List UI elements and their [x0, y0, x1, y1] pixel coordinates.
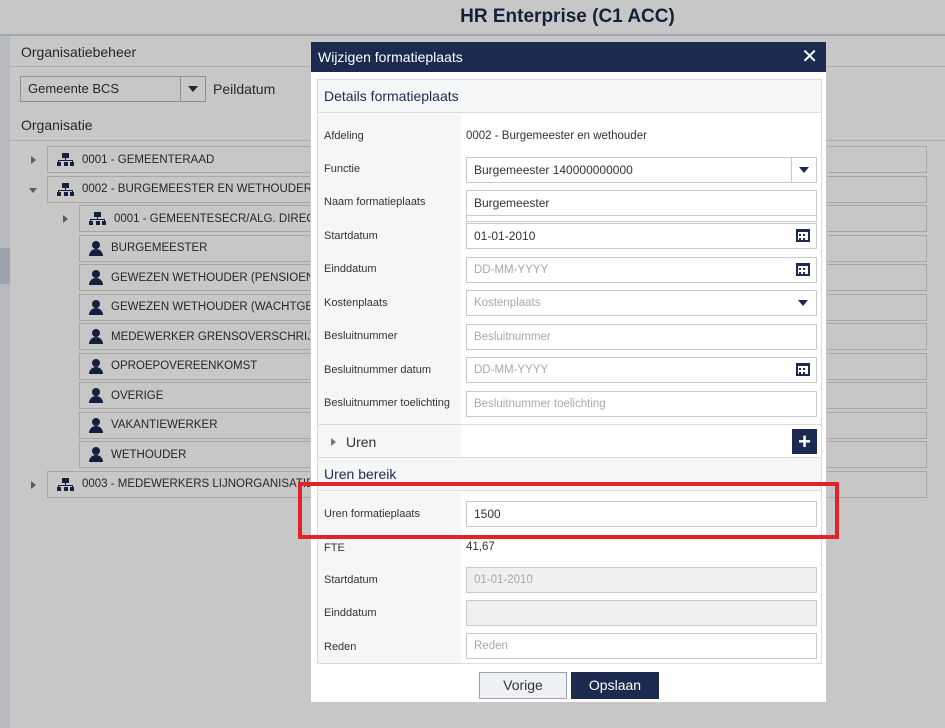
dialog-body: Details formatieplaats Afdeling 0002 - B…	[317, 79, 822, 664]
besluitnummer-toelichting-input[interactable]: Besluitnummer toelichting	[466, 391, 817, 417]
calendar-icon	[796, 229, 810, 242]
chevron-right-icon	[331, 438, 336, 446]
startdatum-label: Startdatum	[324, 230, 378, 242]
besluitnummer-datum-calendar-button[interactable]	[791, 358, 816, 382]
vorige-button[interactable]: Vorige	[479, 672, 567, 699]
uren-einddatum-label: Einddatum	[324, 607, 377, 619]
startdatum-input[interactable]: 01-01-2010	[466, 223, 817, 249]
kostenplaats-placeholder: Kostenplaats	[474, 297, 541, 309]
opslaan-button[interactable]: Opslaan	[571, 672, 659, 699]
functie-select-value: Burgemeester 140000000000	[474, 163, 633, 177]
reden-input[interactable]: Reden	[466, 633, 817, 659]
functie-select[interactable]: Burgemeester 140000000000	[466, 157, 817, 183]
dialog-footer: Vorige Opslaan	[311, 670, 828, 704]
functie-label: Functie	[324, 163, 361, 175]
afdeling-label: Afdeling	[324, 130, 364, 142]
naam-formatieplaats-input[interactable]: Burgemeester	[466, 190, 817, 216]
details-section-title: Details formatieplaats	[318, 80, 821, 113]
uren-startdatum-input: 01-01-2010	[466, 567, 817, 593]
uren-einddatum-input	[466, 600, 817, 626]
functie-dropdown-toggle[interactable]	[791, 158, 816, 182]
einddatum-input[interactable]: DD-MM-YYYY	[466, 257, 817, 283]
besluitnummer-toelichting-label: Besluitnummer toelichting	[324, 397, 450, 409]
startdatum-calendar-button[interactable]	[791, 224, 816, 248]
startdatum-value: 01-01-2010	[474, 229, 536, 243]
uren-collapsible[interactable]: Uren +	[318, 424, 821, 458]
einddatum-placeholder: DD-MM-YYYY	[474, 264, 549, 276]
besluitnummer-input[interactable]: Besluitnummer	[466, 324, 817, 350]
edit-formatieplaats-dialog: Wijzigen formatieplaats ✕ Details format…	[310, 41, 827, 703]
besluitnummer-datum-placeholder: DD-MM-YYYY	[474, 364, 549, 376]
besluitnummer-datum-label: Besluitnummer datum	[324, 364, 431, 376]
besluitnummer-datum-input[interactable]: DD-MM-YYYY	[466, 357, 817, 383]
afdeling-value: 0002 - Burgemeester en wethouder	[466, 130, 647, 142]
kostenplaats-label: Kostenplaats	[324, 297, 388, 309]
naam-formatieplaats-label: Naam formatieplaats	[324, 196, 426, 208]
einddatum-label: Einddatum	[324, 263, 377, 275]
kostenplaats-select[interactable]: Kostenplaats	[466, 290, 817, 316]
kostenplaats-dropdown-toggle[interactable]	[791, 291, 816, 315]
uren-startdatum-label: Startdatum	[324, 574, 378, 586]
calendar-icon	[796, 263, 810, 276]
reden-label: Reden	[324, 641, 357, 653]
annotation-highlight-box	[298, 482, 839, 539]
add-uren-button[interactable]: +	[792, 429, 817, 454]
einddatum-calendar-button[interactable]	[791, 258, 816, 282]
chevron-down-icon	[798, 300, 808, 306]
close-icon[interactable]: ✕	[801, 42, 818, 72]
chevron-down-icon	[799, 167, 809, 173]
dialog-header: Wijzigen formatieplaats ✕	[311, 42, 826, 72]
fte-label: FTE	[324, 542, 345, 554]
calendar-icon	[796, 363, 810, 376]
uren-label: Uren	[346, 434, 377, 450]
fte-value: 41,67	[466, 541, 495, 553]
dialog-title: Wijzigen formatieplaats	[318, 49, 463, 65]
besluitnummer-label: Besluitnummer	[324, 330, 398, 342]
